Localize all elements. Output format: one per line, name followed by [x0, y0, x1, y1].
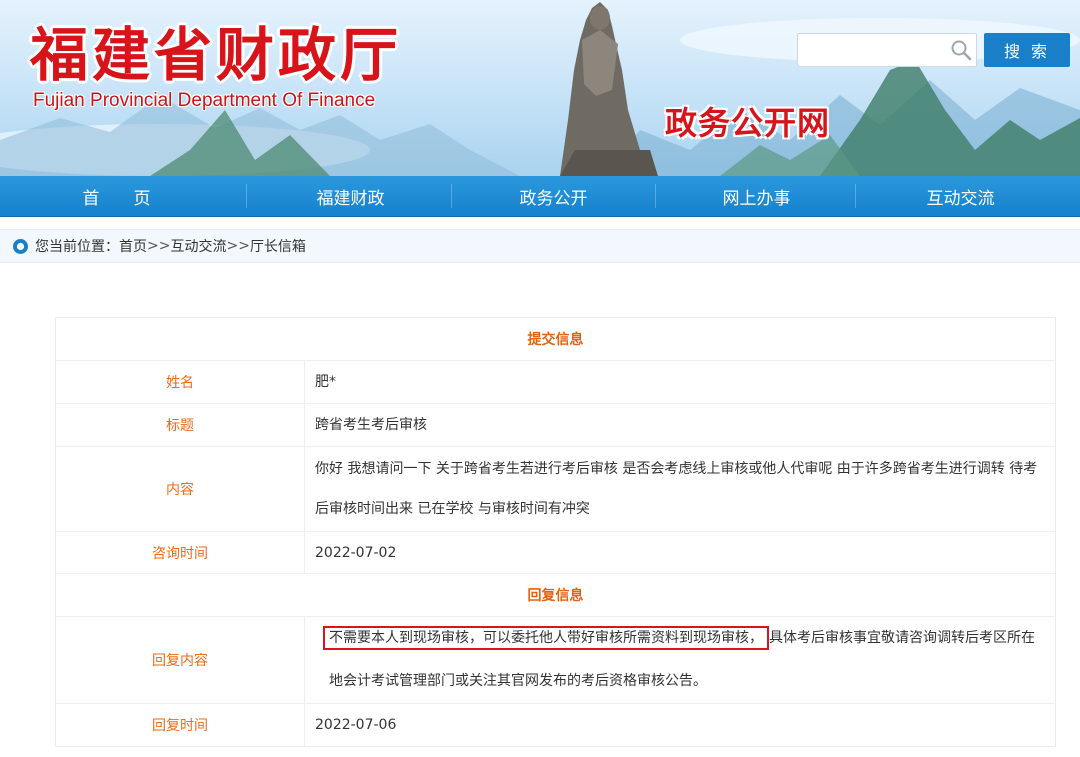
- reply-highlighted-text: 不需要本人到现场审核，可以委托他人带好审核所需资料到现场审核，: [323, 626, 769, 650]
- nav-item-fujian-finance[interactable]: 福建财政: [249, 176, 452, 216]
- breadcrumb-prefix: 您当前位置：: [35, 239, 119, 255]
- main-nav: 首 页 福建财政 政务公开 网上办事 互动交流: [0, 176, 1080, 217]
- title-label: 标题: [56, 404, 305, 446]
- ask-time-value: 2022-07-02: [315, 544, 397, 561]
- nav-item-online-services[interactable]: 网上办事: [655, 176, 858, 216]
- name-row: 姓名 肥*: [56, 361, 1055, 404]
- reply-time-row: 回复时间 2022-07-06: [56, 704, 1055, 746]
- nav-item-government-affairs[interactable]: 政务公开: [452, 176, 655, 216]
- content-label: 内容: [56, 447, 305, 531]
- reply-time-label: 回复时间: [56, 704, 305, 746]
- location-dot-icon: [13, 238, 28, 254]
- breadcrumb-interaction-link[interactable]: 互动交流: [170, 236, 226, 256]
- breadcrumb-separator: >>: [147, 238, 171, 254]
- content-row: 内容 你好 我想请问一下 关于跨省考生若进行考后审核 是否会考虑线上审核或他人代…: [56, 447, 1055, 532]
- nav-divider: [246, 184, 247, 208]
- search-icon[interactable]: [950, 39, 972, 61]
- reply-content-value: 不需要本人到现场审核，可以委托他人带好审核所需资料到现场审核， 具体考后审核事宜敬…: [305, 617, 1055, 703]
- nav-item-interaction[interactable]: 互动交流: [859, 176, 1062, 216]
- header-banner: 福建省财政厅 Fujian Provincial Department Of F…: [0, 0, 1080, 176]
- breadcrumb-mailbox-link[interactable]: 厅长信箱: [250, 236, 306, 256]
- reply-time-value: 2022-07-06: [315, 717, 397, 733]
- reply-content-label: 回复内容: [56, 617, 305, 703]
- title-value: 跨省考生考后审核: [315, 417, 427, 433]
- title-row: 标题 跨省考生考后审核: [56, 404, 1055, 447]
- reply-content-row: 回复内容 不需要本人到现场审核，可以委托他人带好审核所需资料到现场审核， 具体考后…: [56, 617, 1055, 704]
- name-label: 姓名: [56, 361, 305, 403]
- content-value: 你好 我想请问一下 关于跨省考生若进行考后审核 是否会考虑线上审核或他人代审呢 …: [315, 461, 1038, 517]
- nav-divider: [855, 184, 856, 208]
- ask-time-label: 咨询时间: [56, 532, 305, 573]
- site-title: 福建省财政厅: [30, 21, 403, 89]
- breadcrumb-home-link[interactable]: 首页: [119, 236, 147, 256]
- letter-panel: 提交信息 姓名 肥* 标题 跨省考生考后审核 内容 你好 我想请问一下 关于跨省…: [55, 317, 1056, 747]
- portal-name: 政务公开网: [665, 104, 831, 142]
- breadcrumb: 您当前位置： 首页 >> 互动交流 >> 厅长信箱: [0, 229, 1080, 263]
- submit-info-header: 提交信息: [56, 318, 1055, 361]
- site-subtitle: Fujian Provincial Department Of Finance: [33, 90, 376, 111]
- nav-item-home[interactable]: 首 页: [15, 176, 218, 216]
- breadcrumb-separator: >>: [226, 238, 250, 254]
- reply-info-header: 回复信息: [56, 574, 1055, 617]
- name-value: 肥*: [315, 374, 336, 390]
- ask-time-row: 咨询时间 2022-07-02: [56, 532, 1055, 574]
- search-button[interactable]: 搜 索: [984, 33, 1070, 67]
